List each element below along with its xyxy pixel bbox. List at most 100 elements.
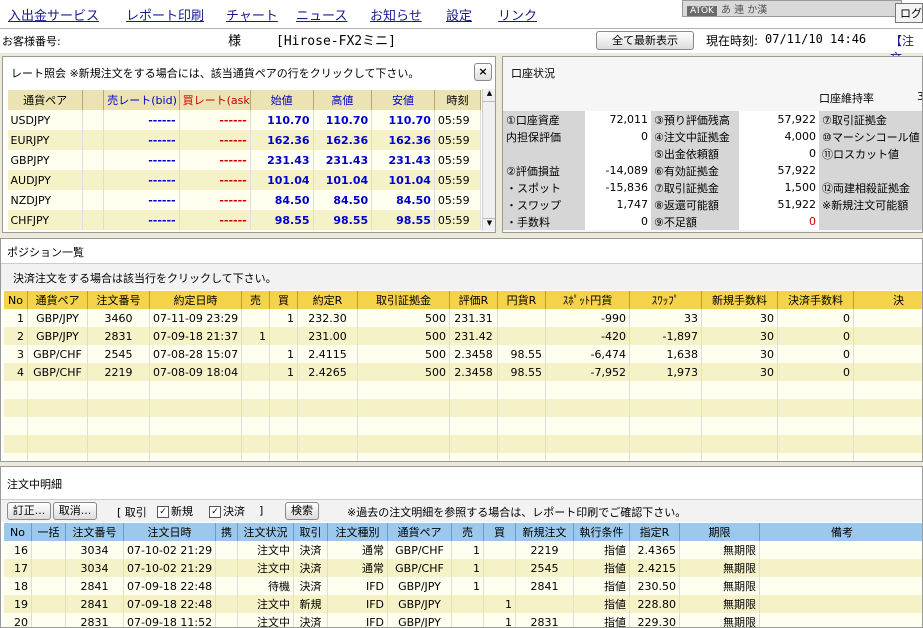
refresh-all-button[interactable]: 全て最新表示: [596, 31, 694, 50]
pos-closefee: 0: [777, 309, 854, 327]
filter-close-checkbox[interactable]: ✓ 決済: [209, 503, 245, 519]
rate-open: 110.70: [250, 110, 314, 130]
filter-new-checkbox[interactable]: ✓ 新規: [157, 503, 193, 519]
menu-notice[interactable]: お知らせ: [370, 5, 422, 24]
rate-high: 84.50: [313, 190, 373, 210]
rate-row[interactable]: CHFJPY ------ ------ 98.55 98.55 98.55 05:59: [7, 210, 482, 230]
pos-rate: 231.00: [297, 327, 358, 345]
menu-chart[interactable]: チャート: [226, 5, 278, 24]
scroll-up-icon[interactable]: ▲: [483, 89, 495, 102]
account-label: ・スポット: [503, 179, 585, 196]
cancel-order-button[interactable]: 取消...: [53, 502, 97, 520]
account-panel: 口座状況 口座維持率 3 ①口座資産72,011③預り評価残高57,922⑦取引…: [502, 56, 923, 233]
account-label: ⑩マーシンコール値: [819, 128, 922, 145]
pos-header: 売: [241, 291, 270, 309]
col-time: 時刻: [433, 90, 482, 110]
menu-deposit[interactable]: 入出金サービス: [8, 5, 99, 24]
order-row[interactable]: 19 2841 07-09-18 22:48 注文中 新規 IFD GBP/JPY 1 指値 22…: [3, 595, 922, 613]
pos-no: 4: [3, 363, 28, 381]
rate-high: 231.43: [313, 150, 373, 170]
account-label: ・手数料: [503, 213, 585, 230]
pos-closefee: 0: [777, 363, 854, 381]
account-value: 4,000: [739, 128, 819, 145]
rate-ask: ------: [179, 110, 251, 130]
rate-scrollbar[interactable]: ▲ ▼: [482, 89, 495, 231]
account-value: -15,836: [585, 179, 651, 196]
col-open: 始値: [249, 90, 314, 110]
account-row: 内担保評価 0 ④注文中証拠金 4,000 ⑩マーシンコール値: [503, 128, 922, 145]
empty-row: [3, 435, 922, 453]
menu-news[interactable]: ニュース: [296, 5, 347, 24]
close-icon[interactable]: ×: [474, 63, 492, 81]
account-label: ④注文中証拠金: [651, 128, 739, 145]
order-pair: GBP/CHF: [387, 541, 452, 559]
pos-eval: 2.3458: [449, 345, 498, 363]
order-trade: 決済: [293, 577, 328, 595]
position-row[interactable]: 3 GBP/CHF 2545 07-08-28 15:07 1 2.4115 500 2.34…: [3, 345, 922, 363]
rate-bid: ------: [103, 170, 180, 190]
pos-date: 07-11-09 23:29: [149, 309, 242, 327]
order-type: 通常: [327, 541, 388, 559]
rate-row[interactable]: EURJPY ------ ------ 162.36 162.36 162.36 05:5…: [7, 130, 482, 150]
account-table: ①口座資産 72,011 ③預り評価残高 57,922 ⑦取引証拠金 内担保評価 0 ④注文中…: [503, 111, 922, 230]
order-type: IFD: [327, 613, 388, 627]
order-date: 07-09-18 22:48: [123, 577, 216, 595]
pos-newfee: 30: [701, 363, 778, 381]
rate-pair: CHFJPY: [7, 210, 84, 230]
pos-sell: [241, 345, 270, 363]
rate-low: 84.50: [371, 190, 435, 210]
pos-newfee: 30: [701, 327, 778, 345]
order-limit: 無期限: [679, 613, 760, 627]
account-label: [819, 162, 922, 179]
pos-rate: 2.4115: [297, 345, 358, 363]
ime-toolbar[interactable]: ATOK あ 連 か漢: [682, 0, 902, 17]
order-trade: 決済: [293, 559, 328, 577]
order-row[interactable]: 16 3034 07-10-02 21:29 注文中 決済 通常 GBP/CHF 1 2219 指…: [3, 541, 922, 559]
account-row: ・手数料 0 ⑨不足額 0: [503, 213, 922, 230]
logout-button[interactable]: ログ: [895, 3, 923, 23]
order-type: 通常: [327, 559, 388, 577]
rate-row[interactable]: GBPJPY ------ ------ 231.43 231.43 231.43 05:5…: [7, 150, 482, 170]
rate-row[interactable]: USDJPY ------ ------ 110.70 110.70 110.70 05:5…: [7, 110, 482, 130]
pos-buy: 1: [269, 309, 298, 327]
rate-open: 101.04: [250, 170, 314, 190]
pos-order: 2545: [87, 345, 150, 363]
account-row: ・スポット -15,836 ⑦取引証拠金 1,500 ⑫両建相殺証拠金: [503, 179, 922, 196]
menu-links[interactable]: リンク: [498, 5, 537, 24]
order-date: 07-10-02 21:29: [123, 541, 216, 559]
pos-date: 07-09-18 21:37: [149, 327, 242, 345]
rate-blank: [82, 110, 105, 130]
position-row[interactable]: 4 GBP/CHF 2219 07-08-09 18:04 1 2.4265 500 2.34…: [3, 363, 922, 381]
order-row[interactable]: 20 2831 07-09-18 11:52 注文中 決済 IFD GBP/JPY 1 2831…: [3, 613, 922, 627]
order-header: 注文種別: [327, 523, 388, 541]
order-buy: [483, 541, 516, 559]
order-neworder: 2841: [515, 577, 574, 595]
account-value: 0: [739, 145, 819, 162]
rate-low: 110.70: [371, 110, 435, 130]
customer-row: お客様番号: 様 [Hirose-FX2ミニ] 全て最新表示 現在時刻: 07/…: [0, 29, 923, 65]
order-limit: 無期限: [679, 559, 760, 577]
rate-row[interactable]: NZDJPY ------ ------ 84.50 84.50 84.50 05:59: [7, 190, 482, 210]
order-header: 期限: [679, 523, 760, 541]
position-row[interactable]: 2 GBP/JPY 2831 07-09-18 21:37 1 231.00 500 231.…: [3, 327, 922, 345]
order-header: 買: [483, 523, 516, 541]
position-row[interactable]: 1 GBP/JPY 3460 07-11-09 23:29 1 232.30 500 231.…: [3, 309, 922, 327]
empty-row: [3, 399, 922, 417]
edit-order-button[interactable]: 訂正...: [7, 502, 51, 520]
order-header: 売: [451, 523, 484, 541]
pos-margin: 500: [357, 327, 450, 345]
rate-pair: EURJPY: [7, 130, 84, 150]
pos-spot: -990: [545, 309, 630, 327]
menu-settings[interactable]: 設定: [446, 5, 472, 24]
scroll-down-icon[interactable]: ▼: [483, 218, 495, 231]
order-row[interactable]: 18 2841 07-09-18 22:48 待機 決済 IFD GBP/JPY 1 2841 指…: [3, 577, 922, 595]
order-rate: 230.50: [629, 577, 680, 595]
rate-row[interactable]: AUDJPY ------ ------ 101.04 101.04 101.04 05:5…: [7, 170, 482, 190]
menu-report-print[interactable]: レポート印刷: [126, 5, 204, 24]
account-value: 0: [739, 213, 819, 230]
order-row[interactable]: 17 3034 07-10-02 21:29 注文中 決済 通常 GBP/CHF 1 2545 指…: [3, 559, 922, 577]
search-button[interactable]: 検索: [285, 502, 319, 520]
empty-row: [3, 417, 922, 435]
order-header: 新規注文: [515, 523, 574, 541]
order-rate: 2.4215: [629, 559, 680, 577]
